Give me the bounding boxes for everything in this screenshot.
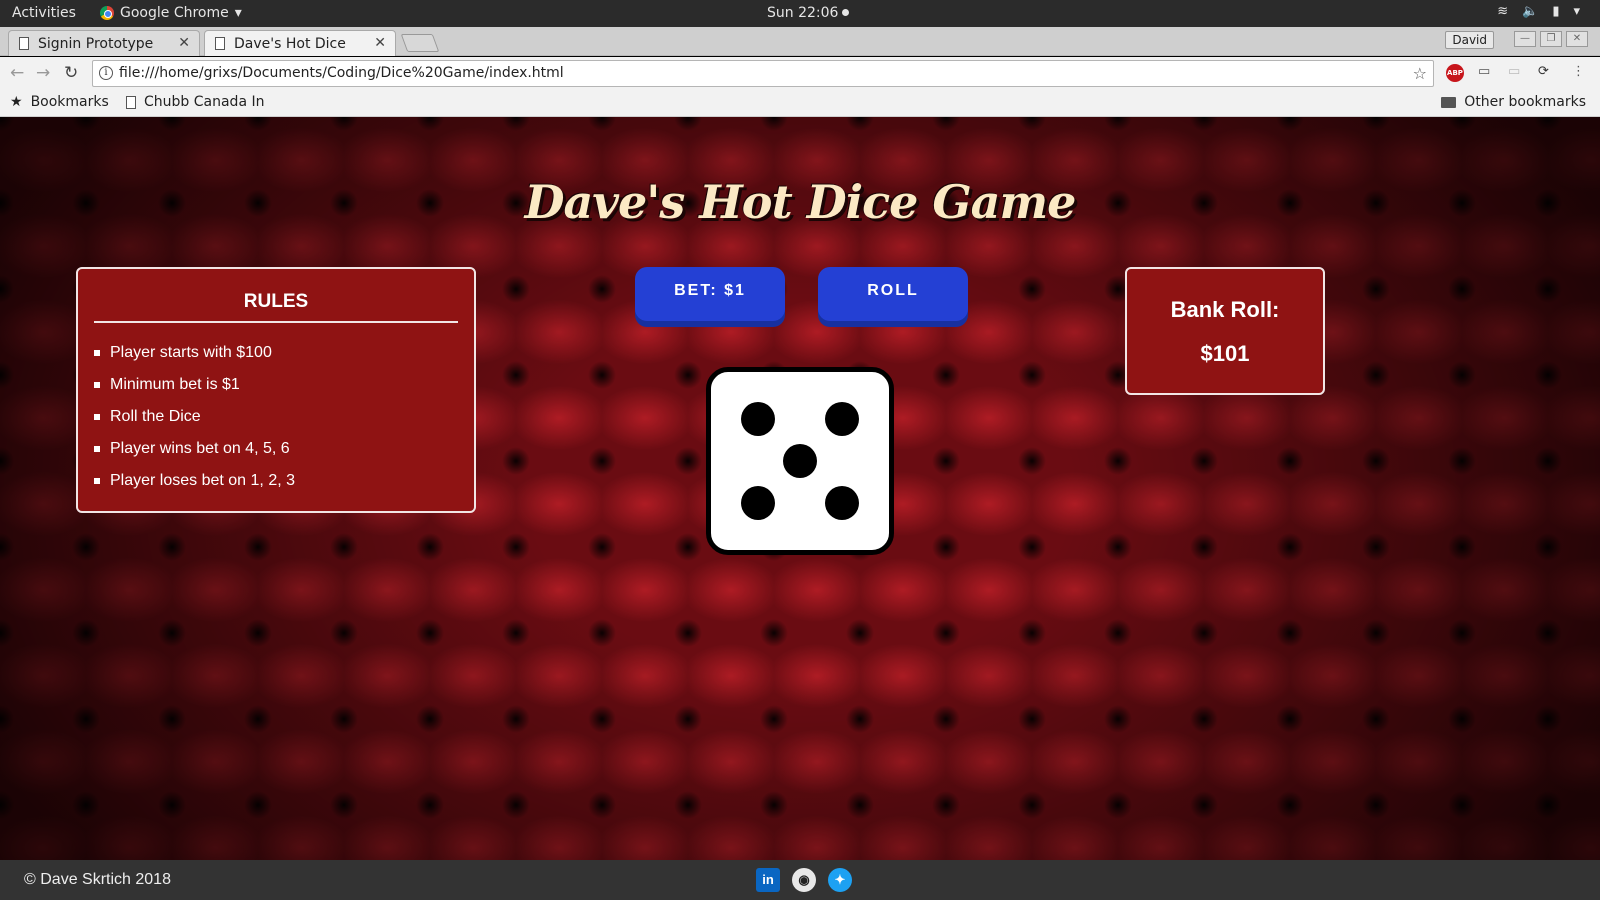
bank-roll-amount: $101 xyxy=(1200,341,1250,366)
browser-toolbar: ← → ↻ i file:///home/grixs/Documents/Cod… xyxy=(0,57,1600,90)
rule-item: Minimum bet is $1 xyxy=(94,369,458,401)
page-icon xyxy=(126,95,136,109)
rule-item: Player starts with $100 xyxy=(94,337,458,369)
profile-button[interactable]: David xyxy=(1445,31,1494,49)
tab-daves-hot-dice[interactable]: Dave's Hot Dice ✕ xyxy=(204,30,396,56)
die-pip xyxy=(825,486,859,520)
die-pip xyxy=(741,486,775,520)
rule-item: Player loses bet on 1, 2, 3 xyxy=(94,465,458,497)
star-icon: ★ xyxy=(10,94,23,110)
chevron-down-icon: ▾ xyxy=(234,5,242,21)
bookmarks-apps[interactable]: ★ Bookmarks xyxy=(10,94,109,110)
die-pip xyxy=(783,444,817,478)
die-pip xyxy=(825,402,859,436)
bank-roll-label: Bank Roll: xyxy=(1170,297,1280,322)
github-icon[interactable]: ◉ xyxy=(792,868,816,892)
page-title: Dave's Hot Dice Game xyxy=(524,175,1077,229)
clock-text: Sun 22:06 xyxy=(767,5,839,21)
window-close-button[interactable]: ✕ xyxy=(1566,31,1588,47)
activities-button[interactable]: Activities xyxy=(12,5,76,21)
bookmarks-label: Bookmarks xyxy=(30,94,109,110)
footer: © Dave Skrtich 2018 in ◉ ✦ xyxy=(0,860,1600,900)
bank-roll-panel: Bank Roll: $101 xyxy=(1125,267,1325,395)
reload-icon[interactable]: ↻ xyxy=(64,63,78,83)
other-bookmarks[interactable]: Other bookmarks xyxy=(1441,94,1586,110)
extension-icon[interactable]: ▭ xyxy=(1508,64,1520,79)
folder-icon xyxy=(1441,96,1457,108)
forward-icon[interactable]: → xyxy=(36,63,50,83)
die xyxy=(706,367,894,555)
game-page: Dave's Hot Dice Game RULES Player starts… xyxy=(0,117,1600,860)
rule-item: Roll the Dice xyxy=(94,401,458,433)
bet-button[interactable]: BET: $1 xyxy=(635,267,785,321)
clock[interactable]: Sun 22:06 xyxy=(767,5,850,21)
minimize-button[interactable]: — xyxy=(1514,31,1536,47)
copyright: © Dave Skrtich 2018 xyxy=(24,871,171,888)
app-menu-label: Google Chrome xyxy=(120,5,229,21)
rules-panel: RULES Player starts with $100 Minimum be… xyxy=(76,267,476,513)
close-icon[interactable]: ✕ xyxy=(374,35,386,51)
maximize-button[interactable]: ❐ xyxy=(1540,31,1562,47)
tab-title: Signin Prototype xyxy=(38,35,154,52)
rules-list: Player starts with $100 Minimum bet is $… xyxy=(94,337,458,497)
new-tab-button[interactable] xyxy=(400,34,440,52)
app-menu[interactable]: Google Chrome ▾ xyxy=(100,5,242,21)
info-icon[interactable]: i xyxy=(99,66,113,80)
social-links: in ◉ ✦ xyxy=(756,868,852,892)
rules-heading: RULES xyxy=(94,291,458,323)
sync-icon[interactable]: ⟳ xyxy=(1538,64,1549,79)
page-icon xyxy=(19,37,29,50)
chevron-down-icon: ▾ xyxy=(1573,4,1580,19)
tab-signin-prototype[interactable]: Signin Prototype ✕ xyxy=(8,30,200,56)
battery-icon: ▮ xyxy=(1552,4,1560,19)
linkedin-icon[interactable]: in xyxy=(756,868,780,892)
url-text: file:///home/grixs/Documents/Coding/Dice… xyxy=(119,65,564,81)
close-icon[interactable]: ✕ xyxy=(178,35,190,51)
other-bookmarks-label: Other bookmarks xyxy=(1464,94,1586,110)
menu-icon[interactable]: ⋮ xyxy=(1572,64,1585,79)
address-bar[interactable]: i file:///home/grixs/Documents/Coding/Di… xyxy=(92,60,1434,87)
chrome-icon xyxy=(100,6,114,20)
notification-dot xyxy=(842,9,850,16)
system-tray[interactable]: ≋ 🔈 ▮ ▾ xyxy=(1497,4,1580,19)
volume-icon: 🔈 xyxy=(1522,4,1539,19)
tab-strip: Signin Prototype ✕ Dave's Hot Dice ✕ Dav… xyxy=(0,27,1600,56)
os-top-bar: Activities Google Chrome ▾ Sun 22:06 ≋ 🔈… xyxy=(0,0,1600,27)
bookmark-item[interactable]: Chubb Canada In xyxy=(126,94,264,110)
tab-title: Dave's Hot Dice xyxy=(234,35,346,52)
twitter-icon[interactable]: ✦ xyxy=(828,868,852,892)
bookmark-star-icon[interactable]: ☆ xyxy=(1413,61,1427,86)
page-icon xyxy=(215,37,225,50)
back-icon[interactable]: ← xyxy=(10,63,24,83)
cast-icon[interactable]: ▭ xyxy=(1478,64,1490,79)
wifi-icon: ≋ xyxy=(1497,4,1509,19)
roll-button[interactable]: ROLL xyxy=(818,267,968,321)
adblock-icon[interactable]: ABP xyxy=(1446,64,1464,82)
die-pip xyxy=(741,402,775,436)
bookmarks-bar: ★ Bookmarks Chubb Canada In Other bookma… xyxy=(0,90,1600,117)
bookmark-label: Chubb Canada In xyxy=(144,94,265,110)
rule-item: Player wins bet on 4, 5, 6 xyxy=(94,433,458,465)
